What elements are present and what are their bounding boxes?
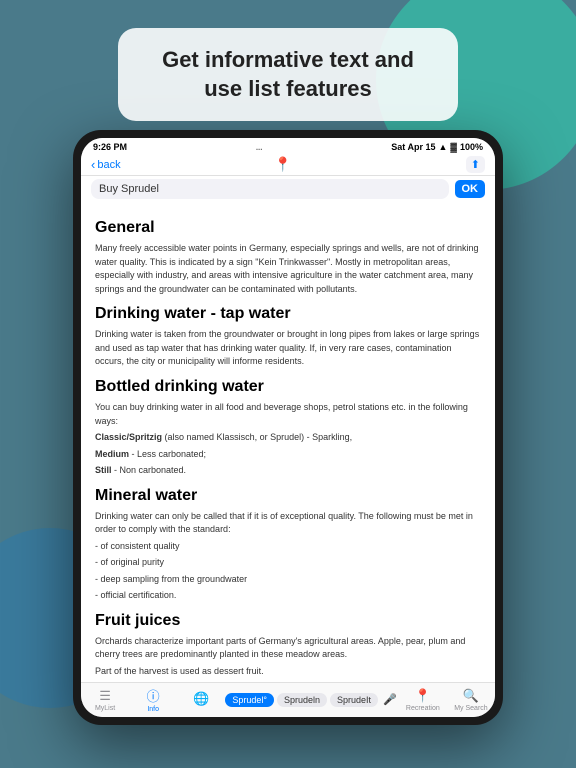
wifi-icon: ▲ <box>438 142 447 152</box>
tab-pills-area: Sprudel° Sprudeln SprudeIt 🎤 <box>225 693 398 707</box>
drinking-water-text: Drinking water is taken from the groundw… <box>95 328 481 369</box>
tab-bar: ☰ MyList ⓘ Info 🌐 Sprudel° Sprudeln Spru… <box>81 682 495 717</box>
general-heading: General <box>95 216 481 239</box>
fruit-text-1: Orchards characterize important parts of… <box>95 635 481 662</box>
mylist-icon: ☰ <box>99 688 111 704</box>
status-right: Sat Apr 15 ▲ ▓ 100% <box>391 142 483 152</box>
back-chevron-icon: ‹ <box>91 157 95 172</box>
nav-location-icon: 📍 <box>274 156 291 173</box>
general-text: Many freely accessible water points in G… <box>95 242 481 296</box>
pill-sprudeln[interactable]: Sprudeln <box>277 693 327 707</box>
info-icon: ⓘ <box>147 686 160 705</box>
mineral-intro: Drinking water can only be called that i… <box>95 510 481 537</box>
battery-percent: 100% <box>460 142 483 152</box>
recreation-label: Recreation <box>406 705 440 712</box>
recreation-icon: 📍 <box>415 688 431 704</box>
tab-my-search[interactable]: 🔍 My Search <box>447 688 495 712</box>
bottled-intro: You can buy drinking water in all food a… <box>95 401 481 428</box>
mylist-label: MyList <box>95 705 115 712</box>
ipad-screen: 9:26 PM ... Sat Apr 15 ▲ ▓ 100% ‹ back 📍… <box>81 138 495 717</box>
fruit-text-2: Part of the harvest is used as dessert f… <box>95 665 481 679</box>
nav-center: 📍 <box>121 156 445 173</box>
bottled-item-3: Still - Non carbonated. <box>95 464 481 478</box>
battery-icon: ▓ <box>450 142 457 152</box>
back-label: back <box>97 159 120 171</box>
mineral-heading: Mineral water <box>95 484 481 507</box>
ipad-frame: 9:26 PM ... Sat Apr 15 ▲ ▓ 100% ‹ back 📍… <box>73 130 503 725</box>
mic-icon[interactable]: 🎤 <box>383 693 397 706</box>
nav-bar: ‹ back 📍 ⬆ <box>81 154 495 176</box>
my-search-label: My Search <box>454 705 487 712</box>
my-search-icon: 🔍 <box>463 688 479 704</box>
mineral-item-2: - of original purity <box>95 556 481 570</box>
mineral-item-4: - official certification. <box>95 589 481 603</box>
pill-sprudel[interactable]: Sprudel° <box>225 693 274 707</box>
fruit-juices-heading: Fruit juices <box>95 609 481 632</box>
status-bar: 9:26 PM ... Sat Apr 15 ▲ ▓ 100% <box>81 138 495 154</box>
search-input-text: Buy Sprudel <box>99 183 159 195</box>
search-input-wrapper[interactable]: Buy Sprudel <box>91 179 449 199</box>
tab-recreation[interactable]: 📍 Recreation <box>399 688 447 712</box>
pill-sprudeit[interactable]: SprudeIt <box>330 693 378 707</box>
header-tooltip-text: Get informative text and use list featur… <box>162 47 414 101</box>
status-time: 9:26 PM <box>93 142 127 152</box>
header-tooltip: Get informative text and use list featur… <box>118 28 458 121</box>
mineral-item-3: - deep sampling from the groundwater <box>95 573 481 587</box>
info-label: Info <box>147 706 159 713</box>
tab-globe[interactable]: 🌐 <box>177 691 225 708</box>
status-camera: ... <box>234 143 284 152</box>
tab-mylist[interactable]: ☰ MyList <box>81 688 129 712</box>
tab-info[interactable]: ⓘ Info <box>129 686 177 713</box>
bottled-heading: Bottled drinking water <box>95 375 481 398</box>
globe-icon: 🌐 <box>193 691 209 707</box>
mineral-item-1: - of consistent quality <box>95 540 481 554</box>
search-area: Buy Sprudel OK <box>81 176 495 202</box>
drinking-water-heading: Drinking water - tap water <box>95 302 481 325</box>
share-icon[interactable]: ⬆ <box>466 156 485 173</box>
status-date: Sat Apr 15 <box>391 142 435 152</box>
back-button[interactable]: ‹ back <box>91 157 121 172</box>
main-content: General Many freely accessible water poi… <box>81 202 495 682</box>
bottled-item-2: Medium - Less carbonated; <box>95 448 481 462</box>
bottled-item-1: Classic/Spritzig (also named Klassisch, … <box>95 431 481 445</box>
ok-button[interactable]: OK <box>455 180 486 198</box>
